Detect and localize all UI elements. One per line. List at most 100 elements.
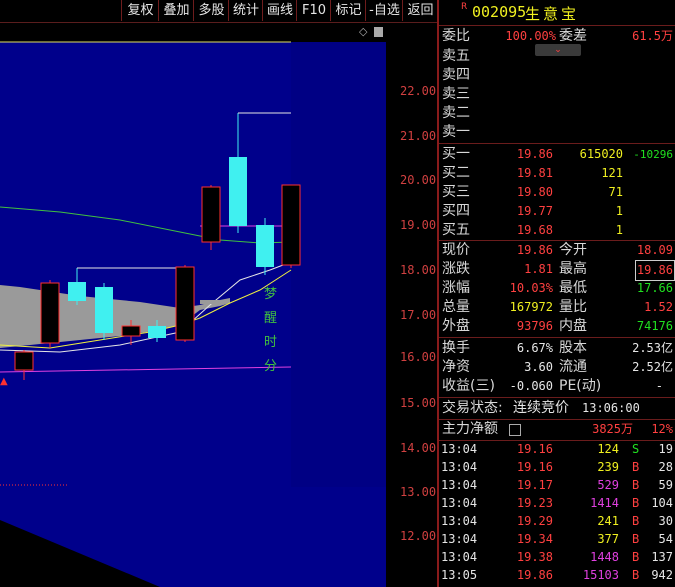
stat-row: 净资 3.60 流通 2.52亿 [439,358,675,377]
trade-volume: 15103 [582,568,619,582]
buy-label: 买四 [442,203,470,219]
trade-price: 19.34 [516,532,553,546]
quote-panel: R 002095 生意宝 委比 100.00% 委差 61.5万 ⌄ 卖五 卖四… [439,0,675,587]
price-label: 21.00 [400,129,437,143]
stat-row: 总量 167972 量比 1.52 [439,298,675,317]
statistics-button[interactable]: 统计 [228,0,263,21]
sell-label: 卖四 [442,67,470,83]
stat-label: 今开 [559,242,587,258]
price-label: 14.00 [400,441,437,455]
buy-label: 买二 [442,165,470,181]
stat-label: 外盘 [442,318,470,334]
trade-time: 13:04 [441,514,478,528]
stat-value: 19.86 [634,260,675,281]
table-row: 13:04 19.29 241 B 30 [439,513,675,530]
mark-button[interactable]: 标记 [330,0,366,21]
trade-price: 19.86 [516,568,553,582]
stat-label: 涨幅 [442,280,470,296]
diff-value: 61.5万 [632,29,673,43]
stat-value: 2.52亿 [632,360,673,374]
buy-volume: 615020 [579,147,623,161]
back-button[interactable]: 返回 [402,0,438,21]
stat-value: 74176 [636,319,673,333]
stat-value: - [655,379,663,393]
candle-2 [40,280,60,348]
price-label: 16.00 [400,350,437,364]
trade-count: 19 [658,442,673,456]
trade-volume: 529 [597,478,619,492]
buy-price: 19.80 [516,185,553,199]
trade-status-row: 交易状态: 连续竞价 13:06:00 [439,399,675,418]
price-label: 13.00 [400,485,437,499]
buy-volume: 71 [608,185,623,199]
netflow-label: 主力净额 [442,421,498,437]
trade-side: B [632,514,640,528]
stat-value: 1.52 [644,300,673,314]
stat-value: 17.66 [636,281,673,295]
trade-time: 13:04 [441,460,478,474]
trade-count: 59 [658,478,673,492]
stat-value: 18.09 [636,243,673,257]
candle-7 [175,265,195,342]
stat-label: 最低 [559,280,587,296]
sell-5-row: 卖五 [439,47,675,66]
trade-volume: 1414 [590,496,619,510]
buy-1-row: 买一 19.86 615020 -10296 [439,145,675,164]
status-label: 交易状态: [442,400,503,416]
rights-badge: R [461,2,468,12]
stat-label: 总量 [442,299,470,315]
svg-text:◇: ◇ [359,25,368,38]
trade-volume: 239 [597,460,619,474]
buy-label: 买三 [442,184,470,200]
annotation-char: 时 [264,335,278,350]
price-label: 20.00 [400,173,437,187]
buy-5-row: 买五 19.68 1 [439,221,675,240]
remove-watchlist-button[interactable]: -自选 [365,0,403,21]
stat-label: 量比 [559,299,587,315]
table-row: 13:04 19.34 377 B 54 [439,531,675,548]
detail-icon[interactable] [509,424,521,436]
draw-line-button[interactable]: 画线 [262,0,297,21]
trade-side: B [632,478,640,492]
stat-row: 现价 19.86 今开 18.09 [439,241,675,260]
trade-volume: 1448 [590,550,619,564]
annotation-char: 梦 [264,287,278,302]
trade-side: B [632,460,640,474]
table-row: 13:04 19.16 239 B 28 [439,459,675,476]
kline-canvas: ◇ ▲ [0,25,386,587]
stat-label: 流通 [559,359,587,375]
status-state: 连续竞价 [513,400,569,416]
restore-rights-button[interactable]: 复权 [121,0,159,21]
trade-count: 30 [658,514,673,528]
price-label: 15.00 [400,396,437,410]
multi-stock-button[interactable]: 多股 [193,0,229,21]
kline-chart[interactable]: ◇ ▲ 梦 醒 时 分 22.00 21.00 20.00 19.00 18.0… [0,23,437,587]
trade-volume: 377 [597,532,619,546]
stat-row: 涨跌 1.81 最高 19.86 [439,260,675,281]
table-row: 13:04 19.17 529 B 59 [439,477,675,494]
trade-price: 19.29 [516,514,553,528]
buy-change: -10296 [633,148,673,161]
price-label: 22.00 [400,84,437,98]
stat-value: 93796 [516,319,553,333]
f10-button[interactable]: F10 [296,0,331,21]
stat-row: 外盘 93796 内盘 74176 [439,317,675,336]
stat-row: 涨幅 10.03% 最低 17.66 [439,279,675,298]
stat-label: 收益(三) [442,378,495,394]
trade-side: B [632,568,640,582]
stat-label: 股本 [559,340,587,356]
netflow-pct: 12% [651,422,673,436]
trade-side: S [632,442,640,456]
overlay-button[interactable]: 叠加 [158,0,194,21]
buy-volume: 1 [615,223,623,237]
trade-time: 13:05 [441,568,478,582]
netflow-value: 3825万 [592,422,633,436]
table-row: 13:05 19.86 15103 B 942 [439,567,675,584]
stat-value: 10.03% [509,281,553,295]
net-flow-row: 主力净额 3825万 12% [439,420,675,439]
annotation-char: 醒 [264,311,278,326]
buy-label: 买一 [442,146,470,162]
trade-count: 942 [651,568,673,582]
stat-label: 净资 [442,359,470,375]
buy-price: 19.86 [516,147,553,161]
